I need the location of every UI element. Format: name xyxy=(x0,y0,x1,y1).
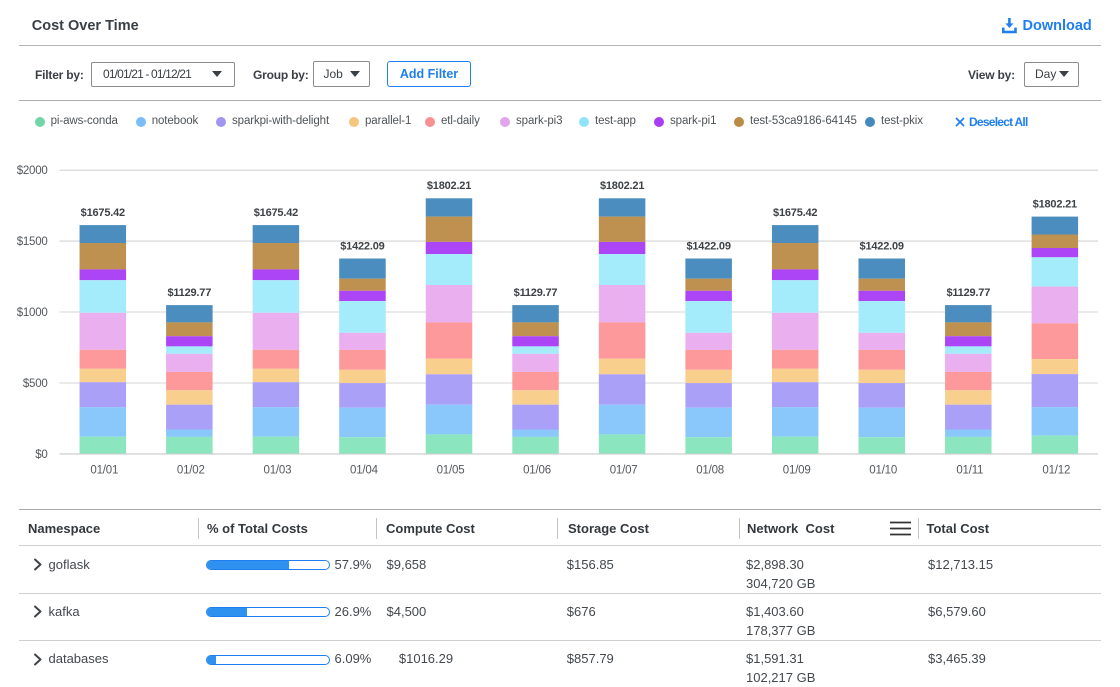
svg-text:01/07: 01/07 xyxy=(610,465,638,477)
svg-text:$1500: $1500 xyxy=(17,236,48,248)
svg-text:01/11: 01/11 xyxy=(956,465,983,477)
svg-text:$1000: $1000 xyxy=(17,307,48,319)
svg-text:$1802.21: $1802.21 xyxy=(1033,198,1077,210)
svg-text:01/04: 01/04 xyxy=(350,465,379,477)
svg-text:$1422.09: $1422.09 xyxy=(686,240,730,252)
svg-text:$2000: $2000 xyxy=(17,165,48,177)
svg-text:$1129.77: $1129.77 xyxy=(167,287,211,299)
svg-text:$1422.09: $1422.09 xyxy=(340,240,384,252)
svg-text:01/06: 01/06 xyxy=(523,465,551,477)
svg-text:01/01: 01/01 xyxy=(90,465,118,477)
svg-text:01/03: 01/03 xyxy=(264,465,292,477)
svg-text:$0: $0 xyxy=(35,449,47,461)
svg-text:01/08: 01/08 xyxy=(696,465,724,477)
svg-text:01/05: 01/05 xyxy=(437,465,465,477)
svg-text:$500: $500 xyxy=(23,378,48,390)
svg-text:$1129.77: $1129.77 xyxy=(514,287,558,299)
svg-text:01/10: 01/10 xyxy=(869,465,897,477)
svg-text:$1802.21: $1802.21 xyxy=(427,180,471,192)
svg-text:01/12: 01/12 xyxy=(1042,465,1070,477)
svg-text:$1802.21: $1802.21 xyxy=(600,180,644,192)
svg-text:01/09: 01/09 xyxy=(783,465,811,477)
svg-text:$1422.09: $1422.09 xyxy=(860,240,904,252)
svg-text:$1129.77: $1129.77 xyxy=(946,287,990,299)
svg-text:$1675.42: $1675.42 xyxy=(81,207,125,219)
svg-text:$1675.42: $1675.42 xyxy=(254,207,298,219)
svg-text:01/02: 01/02 xyxy=(177,465,205,477)
svg-text:$1675.42: $1675.42 xyxy=(773,207,817,219)
